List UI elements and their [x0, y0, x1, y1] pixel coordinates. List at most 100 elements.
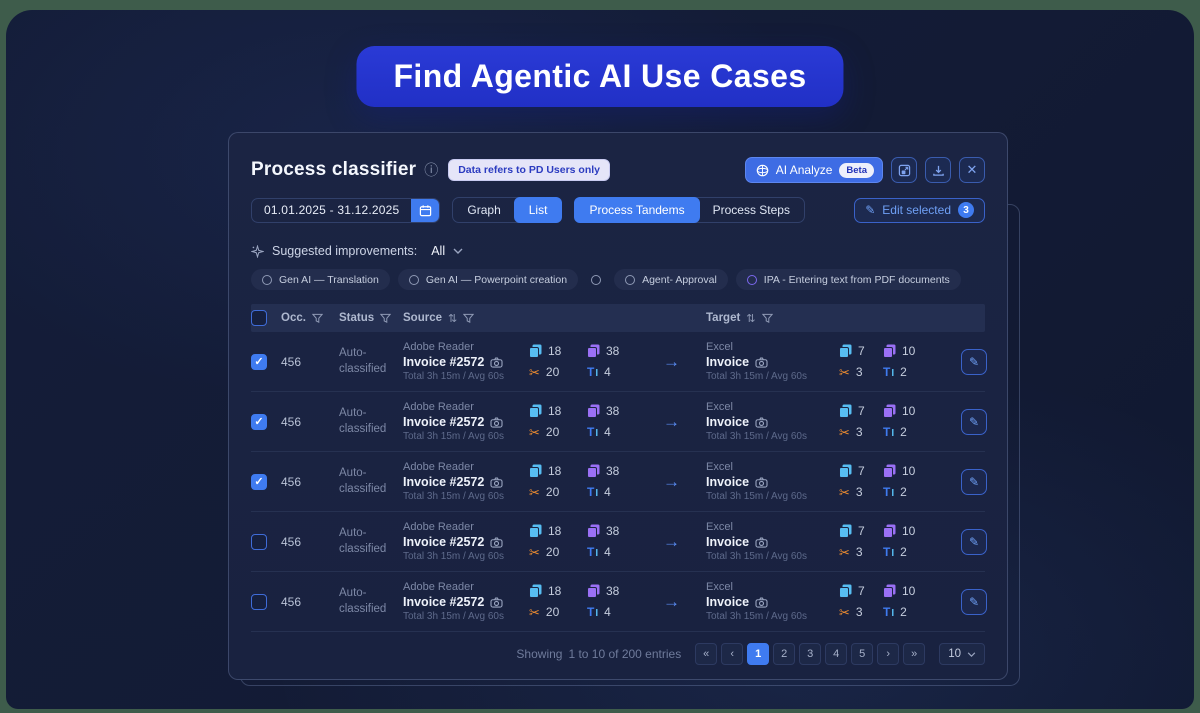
- tab-process-tandems[interactable]: Process Tandems: [574, 197, 699, 223]
- date-range-value: 01.01.2025 - 31.12.2025: [252, 203, 411, 217]
- select-all-checkbox[interactable]: ✓: [251, 310, 267, 326]
- source-cut-count: 20: [546, 425, 559, 439]
- target-copy-count: 7: [858, 464, 865, 478]
- source-type-count: 4: [604, 365, 611, 379]
- pagination-page[interactable]: 2: [773, 643, 795, 665]
- source-cut-count: 20: [546, 365, 559, 379]
- pagination-prev[interactable]: ‹: [721, 643, 743, 665]
- copy-icon: [839, 524, 852, 538]
- flow-arrow-icon: →: [657, 532, 706, 552]
- tab-list[interactable]: List: [514, 197, 563, 223]
- source-type-count: 4: [604, 545, 611, 559]
- suggested-improvements-value[interactable]: All: [431, 244, 445, 258]
- camera-icon: [490, 477, 503, 488]
- showing-entries: Showing 1 to 10 of 200 entries: [516, 647, 681, 661]
- filter-icon[interactable]: [463, 313, 474, 324]
- filter-chip[interactable]: [586, 269, 606, 290]
- row-edit-button[interactable]: ✎: [961, 529, 987, 555]
- target-meta: Total 3h 15m / Avg 60s: [706, 431, 807, 442]
- source-cut-count: 20: [546, 605, 559, 619]
- cut-icon: ✂: [529, 486, 540, 499]
- radio-icon: [625, 275, 635, 285]
- source-meta: Total 3h 15m / Avg 60s: [403, 551, 504, 562]
- target-paste-count: 10: [902, 344, 915, 358]
- filter-chip[interactable]: IPA - Entering text from PDF documents: [736, 269, 961, 290]
- source-cell: Adobe Reader Invoice #2572 Total 3h 15m …: [403, 581, 529, 622]
- copy-icon: [839, 584, 852, 598]
- pagination: « ‹ 12345 › »: [695, 643, 925, 665]
- pagination-page[interactable]: 5: [851, 643, 873, 665]
- row-checkbox[interactable]: ✓: [251, 414, 267, 430]
- download-button[interactable]: [925, 157, 951, 183]
- edit-selected-label: Edit selected: [882, 203, 951, 217]
- type-icon: TI: [587, 485, 598, 499]
- edit-selected-button[interactable]: ✎ Edit selected 3: [854, 198, 985, 223]
- open-window-button[interactable]: [891, 157, 917, 183]
- pagination-first[interactable]: «: [695, 643, 717, 665]
- target-copy-count: 7: [858, 584, 865, 598]
- camera-icon: [490, 537, 503, 548]
- pd-users-badge: Data refers to PD Users only: [448, 159, 610, 181]
- filter-icon[interactable]: [762, 313, 773, 324]
- row-edit-button[interactable]: ✎: [961, 589, 987, 615]
- sort-icon[interactable]: ⇅: [746, 312, 755, 325]
- pagination-next[interactable]: ›: [877, 643, 899, 665]
- date-range-picker[interactable]: 01.01.2025 - 31.12.2025: [251, 198, 440, 223]
- target-doc: Invoice: [706, 535, 749, 549]
- row-checkbox[interactable]: ✓: [251, 354, 267, 370]
- source-type-count: 4: [604, 605, 611, 619]
- row-checkbox[interactable]: ✓: [251, 534, 267, 550]
- filter-chip[interactable]: Gen AI — Powerpoint creation: [398, 269, 578, 290]
- target-copy-count: 7: [858, 404, 865, 418]
- source-meta: Total 3h 15m / Avg 60s: [403, 491, 504, 502]
- row-edit-button[interactable]: ✎: [961, 349, 987, 375]
- source-copy-count: 18: [548, 584, 561, 598]
- panel-title: Process classifier: [251, 159, 416, 181]
- filter-icon[interactable]: [380, 313, 391, 324]
- type-icon: TI: [587, 365, 598, 379]
- row-checkbox[interactable]: ✓: [251, 474, 267, 490]
- target-app: Excel: [706, 341, 733, 353]
- target-cell: Excel Invoice Total 3h 15m / Avg 60s: [706, 521, 839, 562]
- ai-analyze-button[interactable]: AI Analyze Beta: [745, 157, 883, 183]
- paste-icon: [587, 344, 600, 358]
- pagination-last[interactable]: »: [903, 643, 925, 665]
- tab-process-steps[interactable]: Process Steps: [698, 197, 805, 223]
- source-copy-count: 18: [548, 344, 561, 358]
- row-checkbox[interactable]: ✓: [251, 594, 267, 610]
- camera-icon: [755, 537, 768, 548]
- pagination-page[interactable]: 3: [799, 643, 821, 665]
- copy-icon: [839, 344, 852, 358]
- row-edit-button[interactable]: ✎: [961, 409, 987, 435]
- source-doc: Invoice #2572: [403, 535, 484, 549]
- type-icon: TI: [883, 425, 894, 439]
- source-cell: Adobe Reader Invoice #2572 Total 3h 15m …: [403, 461, 529, 502]
- cut-icon: ✂: [839, 546, 850, 559]
- filter-chip[interactable]: Gen AI — Translation: [251, 269, 390, 290]
- flow-arrow-icon: →: [657, 472, 706, 492]
- calendar-button[interactable]: [411, 198, 439, 223]
- target-type-count: 2: [900, 485, 907, 499]
- camera-icon: [490, 417, 503, 428]
- row-edit-button[interactable]: ✎: [961, 469, 987, 495]
- download-icon: [932, 164, 945, 177]
- page-size-select[interactable]: 10: [939, 643, 985, 665]
- filter-chip[interactable]: Agent- Approval: [614, 269, 728, 290]
- filter-icon[interactable]: [312, 313, 323, 324]
- process-table: ✓ Occ. Status Source ⇅ Target ⇅ ✓: [251, 304, 985, 632]
- page-size-value: 10: [948, 648, 961, 660]
- pagination-page[interactable]: 4: [825, 643, 847, 665]
- chevron-down-icon[interactable]: [453, 248, 463, 254]
- target-paste-count: 10: [902, 464, 915, 478]
- filter-chip-label: Gen AI — Translation: [279, 274, 379, 286]
- pagination-page[interactable]: 1: [747, 643, 769, 665]
- info-icon[interactable]: ⓘ: [424, 163, 438, 177]
- source-cell: Adobe Reader Invoice #2572 Total 3h 15m …: [403, 341, 529, 382]
- tab-graph[interactable]: Graph: [452, 197, 515, 223]
- close-button[interactable]: ✕: [959, 157, 985, 183]
- sort-icon[interactable]: ⇅: [448, 312, 457, 325]
- table-footer: Showing 1 to 10 of 200 entries « ‹ 12345…: [251, 632, 985, 676]
- target-copy-count: 7: [858, 524, 865, 538]
- hero-title-pill: Find Agentic AI Use Cases: [356, 46, 843, 107]
- copy-icon: [529, 524, 542, 538]
